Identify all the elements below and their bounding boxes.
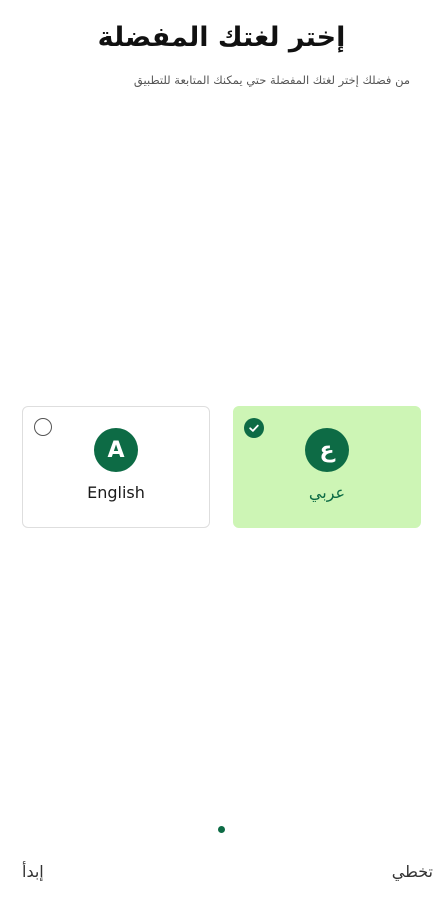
language-label: عربي xyxy=(308,483,346,502)
language-letter-icon: A xyxy=(94,428,138,472)
language-label: English xyxy=(87,483,145,502)
page-subtitle: من فضلك إختر لغتك المفضلة حتي يمكنك المت… xyxy=(133,73,410,87)
radio-empty-icon[interactable] xyxy=(34,418,52,436)
language-letter-icon: ع xyxy=(305,428,349,472)
check-circle-icon xyxy=(244,418,264,438)
skip-button[interactable]: تخطي xyxy=(392,862,433,881)
start-button[interactable]: إبدأ xyxy=(22,862,44,881)
language-card-english[interactable]: A English xyxy=(22,406,210,528)
language-card-arabic[interactable]: ع عربي xyxy=(233,406,421,528)
page-indicator-dot xyxy=(218,826,225,833)
page-title: إختر لغتك المفضلة xyxy=(97,22,346,53)
